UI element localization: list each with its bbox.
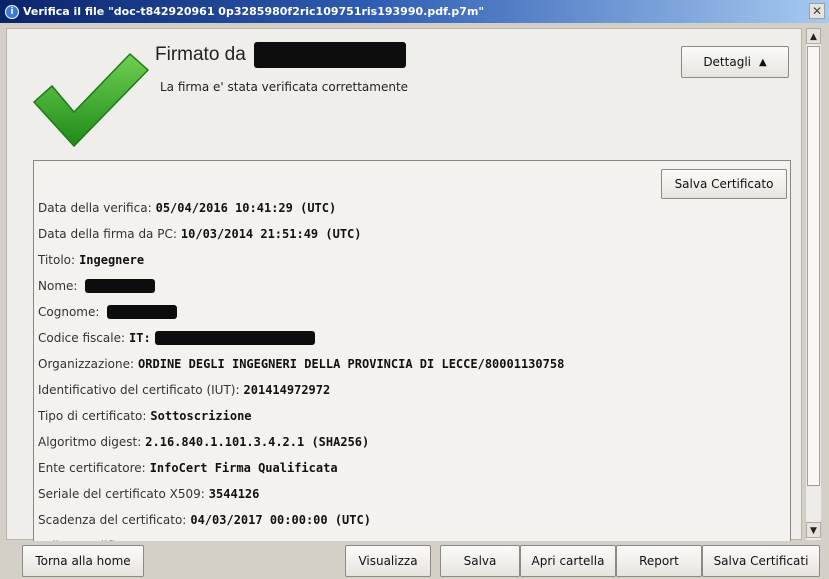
field-label: Data della verifica: bbox=[38, 201, 152, 215]
certificate-field-row: Identificativo del certificato (IUT): 201… bbox=[38, 377, 564, 403]
open-folder-button[interactable]: Apri cartella bbox=[520, 545, 616, 577]
details-button[interactable]: Dettagli ▲ bbox=[681, 46, 789, 78]
field-value: 2.16.840.1.101.3.4.2.1 (SHA256) bbox=[145, 435, 370, 449]
field-label: Algoritmo digest: bbox=[38, 435, 142, 449]
vertical-scrollbar[interactable]: ▲ ▼ bbox=[805, 28, 821, 540]
field-value: 04/03/2017 00:00:00 (UTC) bbox=[190, 513, 371, 527]
certificate-field-row: Nome: bbox=[38, 273, 564, 299]
signed-by-heading: Firmato da bbox=[155, 42, 406, 68]
field-value: Sottoscrizione bbox=[150, 409, 252, 423]
field-value: ORDINE DEGLI INGEGNERI DELLA PROVINCIA D… bbox=[138, 357, 565, 371]
save-button[interactable]: Salva bbox=[440, 545, 520, 577]
field-value: InfoCert Firma Qualificata bbox=[149, 461, 338, 475]
footer-toolbar: Torna alla home Visualizza Salva Apri ca… bbox=[0, 541, 829, 579]
window-title: Verifica il file "doc-t842920961 0p32859… bbox=[23, 5, 485, 18]
field-label: Scadenza del certificato: bbox=[38, 513, 187, 527]
field-value: 10/03/2014 21:51:49 (UTC) bbox=[180, 227, 362, 241]
field-label: Identificativo del certificato (IUT): bbox=[38, 383, 240, 397]
field-value: IT: bbox=[129, 331, 151, 345]
certificate-field-row: Titolo: Ingegnere bbox=[38, 247, 564, 273]
certificate-field-row: Data della firma da PC: 10/03/2014 21:51:… bbox=[38, 221, 564, 247]
certificate-field-row: Ente certificatore: InfoCert Firma Qualif… bbox=[38, 455, 564, 481]
details-button-label: Dettagli bbox=[703, 55, 751, 69]
window-titlebar: i Verifica il file "doc-t842920961 0p328… bbox=[0, 0, 829, 23]
view-button[interactable]: Visualizza bbox=[345, 545, 431, 577]
redacted-value bbox=[85, 279, 156, 293]
field-label: Ente certificatore: bbox=[38, 461, 146, 475]
field-value: Ingegnere bbox=[79, 253, 145, 267]
certificate-field-row: Codice fiscale: IT: bbox=[38, 325, 564, 351]
scroll-up-icon[interactable]: ▲ bbox=[806, 28, 821, 44]
checkmark-icon bbox=[32, 52, 150, 148]
field-label: Tipo di certificato: bbox=[38, 409, 147, 423]
field-label: Organizzazione: bbox=[38, 357, 135, 371]
info-icon: i bbox=[5, 4, 19, 19]
close-icon[interactable]: ✕ bbox=[809, 3, 825, 19]
save-certificate-button[interactable]: Salva Certificato bbox=[661, 169, 787, 199]
collapse-arrow-icon: ▲ bbox=[758, 56, 767, 68]
certificate-field-row: Seriale del certificato X509: 3544126 bbox=[38, 481, 564, 507]
verified-message: La firma e' stata verificata correttamen… bbox=[160, 80, 409, 94]
certificate-field-row: Algoritmo digest: 2.16.840.1.101.3.4.2.1 … bbox=[38, 429, 564, 455]
save-certificates-button[interactable]: Salva Certificati bbox=[702, 545, 820, 577]
report-button[interactable]: Report bbox=[616, 545, 702, 577]
certificate-field-row: Scadenza del certificato: 04/03/2017 00:0… bbox=[38, 507, 564, 533]
certificate-details-box: Salva Certificato Data della verifica: 05… bbox=[33, 160, 791, 542]
field-value: 3544126 bbox=[208, 487, 260, 501]
field-label: Nome: bbox=[38, 279, 78, 293]
field-label: Seriale del certificato X509: bbox=[38, 487, 205, 501]
field-label: Data della firma da PC: bbox=[38, 227, 177, 241]
certificate-field-row: Data della verifica: 05/04/2016 10:41:29 … bbox=[38, 195, 564, 221]
field-label: Titolo: bbox=[38, 253, 76, 267]
certificate-field-row: Tipo di certificato: Sottoscrizione bbox=[38, 403, 564, 429]
scroll-down-icon[interactable]: ▼ bbox=[806, 522, 821, 538]
field-label: Cognome: bbox=[38, 305, 100, 319]
field-label: Codice fiscale: bbox=[38, 331, 125, 345]
signed-by-label: Firmato da bbox=[155, 44, 246, 65]
certificate-field-row: Cognome: bbox=[38, 299, 564, 325]
redacted-signer-name bbox=[253, 42, 406, 68]
certificate-field-row: Organizzazione: ORDINE DEGLI INGEGNERI DE… bbox=[38, 351, 564, 377]
redacted-value bbox=[107, 305, 178, 319]
field-value: 05/04/2016 10:41:29 (UTC) bbox=[155, 201, 337, 215]
scroll-thumb[interactable] bbox=[807, 46, 820, 486]
field-value: 201414972972 bbox=[243, 383, 331, 397]
redacted-value bbox=[154, 331, 315, 345]
certificate-field-list: Data della verifica: 05/04/2016 10:41:29 … bbox=[38, 195, 564, 541]
home-button[interactable]: Torna alla home bbox=[22, 545, 144, 577]
